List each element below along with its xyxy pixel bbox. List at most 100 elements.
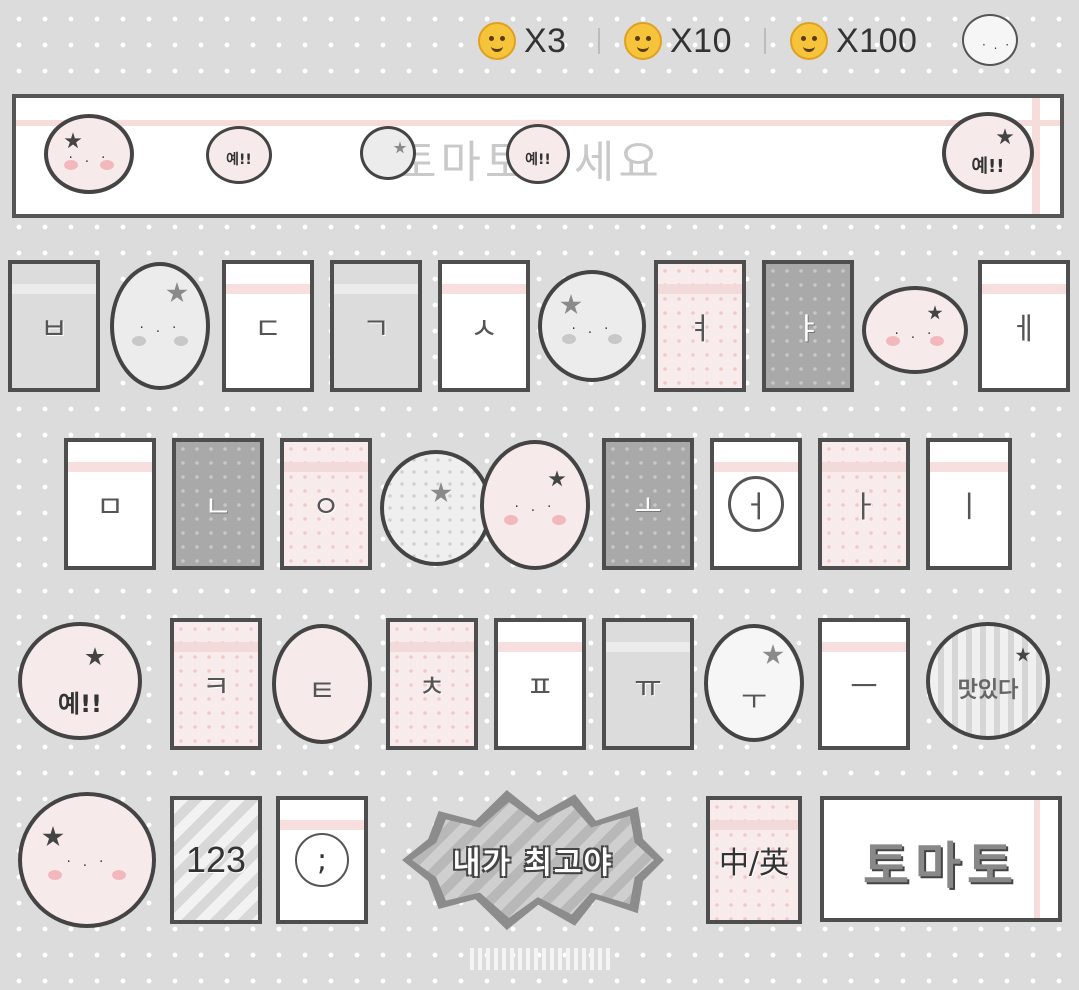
numbers-key[interactable]: 123 xyxy=(170,796,262,924)
key-label: ㅑ xyxy=(794,312,822,347)
cheek xyxy=(551,514,566,525)
key-label: ㅡ xyxy=(850,670,878,705)
key-label: ㅗ xyxy=(634,490,662,525)
star-icon xyxy=(560,294,582,315)
key-yu[interactable]: ㅠ xyxy=(602,618,694,750)
mochi-key[interactable]: · . · xyxy=(862,286,968,374)
mochi-sticker-ye[interactable]: 예!! xyxy=(506,124,570,184)
mochi-face: · . · xyxy=(514,500,556,516)
cheek xyxy=(132,335,147,346)
mochi-key[interactable]: · . · xyxy=(480,440,590,570)
reward-x10-button[interactable]: X10 xyxy=(624,18,732,64)
mochi-face: · . · xyxy=(982,38,1012,52)
divider xyxy=(764,28,766,54)
key-i[interactable]: ㅣ xyxy=(926,438,1012,570)
key-label: ㅕ xyxy=(686,312,714,347)
key-eo[interactable]: ㅓ xyxy=(710,438,802,570)
key-eu[interactable]: ㅡ xyxy=(818,618,910,750)
hugging-face-icon xyxy=(624,22,662,60)
key-label: ㅍ xyxy=(526,670,554,705)
key-label: 123 xyxy=(185,839,247,880)
key-label: ㅠ xyxy=(634,670,662,705)
hugging-face-icon xyxy=(478,22,516,60)
mochi-face: · . · xyxy=(139,321,181,337)
mochi-text: 맛있다 xyxy=(957,678,1019,703)
cheek xyxy=(64,159,79,170)
punctuation-key[interactable]: ; xyxy=(276,796,368,924)
mochi-face: · . · xyxy=(68,151,110,167)
key-label: ㅣ xyxy=(955,490,983,525)
star-icon xyxy=(996,128,1014,145)
reward-x100-button[interactable]: X100 xyxy=(790,18,917,64)
mochi-sticker-ye[interactable]: 예!! xyxy=(206,126,272,184)
key-ch[interactable]: ㅊ xyxy=(386,618,478,750)
mochi-text: 예!! xyxy=(58,690,102,718)
key-label: ㅇ xyxy=(312,490,340,525)
star-icon xyxy=(548,470,566,487)
key-label: ㅁ xyxy=(96,490,124,525)
hugging-face-icon xyxy=(790,22,828,60)
key-s[interactable]: ㅅ xyxy=(438,260,530,392)
mochi-key-u[interactable]: ㅜ xyxy=(704,624,804,742)
key-a[interactable]: ㅏ xyxy=(818,438,910,570)
cheek xyxy=(608,334,622,345)
mochi-sticker[interactable]: · . · xyxy=(44,114,134,194)
star-icon xyxy=(85,647,105,666)
mochi-key-t[interactable]: ㅌ xyxy=(272,624,372,744)
star-icon xyxy=(393,141,407,154)
cheek xyxy=(930,336,945,347)
language-switch-key[interactable]: 中/英 xyxy=(706,796,802,924)
mochi-face: · . · xyxy=(66,854,108,870)
reward-label: X10 xyxy=(670,21,732,60)
key-ng[interactable]: ㅇ xyxy=(280,438,372,570)
reward-x3-button[interactable]: X3 xyxy=(478,18,567,64)
mochi-key[interactable] xyxy=(380,450,492,566)
key-b[interactable]: ㅂ xyxy=(8,260,100,392)
cheek xyxy=(99,159,114,170)
mochi-sticker-ye[interactable]: 예!! xyxy=(942,112,1034,194)
key-label: ㅔ xyxy=(1010,312,1038,347)
reward-label: X3 xyxy=(524,21,567,60)
key-label: ㅌ xyxy=(308,674,336,709)
key-n[interactable]: ㄴ xyxy=(172,438,264,570)
star-icon xyxy=(166,282,188,303)
key-label: ㄴ xyxy=(204,490,232,525)
enter-key-label: 토마토 xyxy=(863,837,1019,895)
mochi-sticker-grey[interactable] xyxy=(360,126,416,180)
star-icon xyxy=(762,644,784,665)
key-label: ㅓ xyxy=(742,490,770,525)
mochi-key[interactable]: · . · xyxy=(18,792,156,928)
key-yeo[interactable]: ㅕ xyxy=(654,260,746,392)
mochi-key[interactable]: · . · xyxy=(110,262,210,390)
cheek xyxy=(562,334,576,345)
key-label: ㅏ xyxy=(850,490,878,525)
keyboard-handle xyxy=(470,948,610,970)
key-label: ㅋ xyxy=(202,670,230,705)
key-ya[interactable]: ㅑ xyxy=(762,260,854,392)
key-label: ㄷ xyxy=(254,312,282,347)
star-icon xyxy=(1015,647,1031,662)
space-key-label: 내가 최고야 xyxy=(452,846,614,881)
key-k[interactable]: ㅋ xyxy=(170,618,262,750)
key-g[interactable]: ㄱ xyxy=(330,260,422,392)
enter-key[interactable]: 토마토 xyxy=(820,796,1062,922)
key-o[interactable]: ㅗ xyxy=(602,438,694,570)
cheek xyxy=(112,870,126,881)
mochi-text: 예!! xyxy=(971,156,1005,177)
key-d[interactable]: ㄷ xyxy=(222,260,314,392)
divider xyxy=(598,28,600,54)
key-m[interactable]: ㅁ xyxy=(64,438,156,570)
key-label: ㅅ xyxy=(470,312,498,347)
star-icon xyxy=(430,482,452,503)
mochi-text: 예!! xyxy=(226,152,252,168)
mochi-sticker-delicious[interactable]: 맛있다 xyxy=(926,622,1050,740)
mochi-key[interactable]: · . · xyxy=(538,270,646,382)
key-p[interactable]: ㅍ xyxy=(494,618,586,750)
key-label: ㅊ xyxy=(418,670,446,705)
cheek xyxy=(504,514,519,525)
key-e[interactable]: ㅔ xyxy=(978,260,1070,392)
mochi-avatar-button[interactable]: · . · xyxy=(962,14,1018,66)
cheek xyxy=(173,335,188,346)
mochi-sticker-ye[interactable]: 예!! xyxy=(18,622,142,740)
mochi-text: 예!! xyxy=(525,152,551,168)
